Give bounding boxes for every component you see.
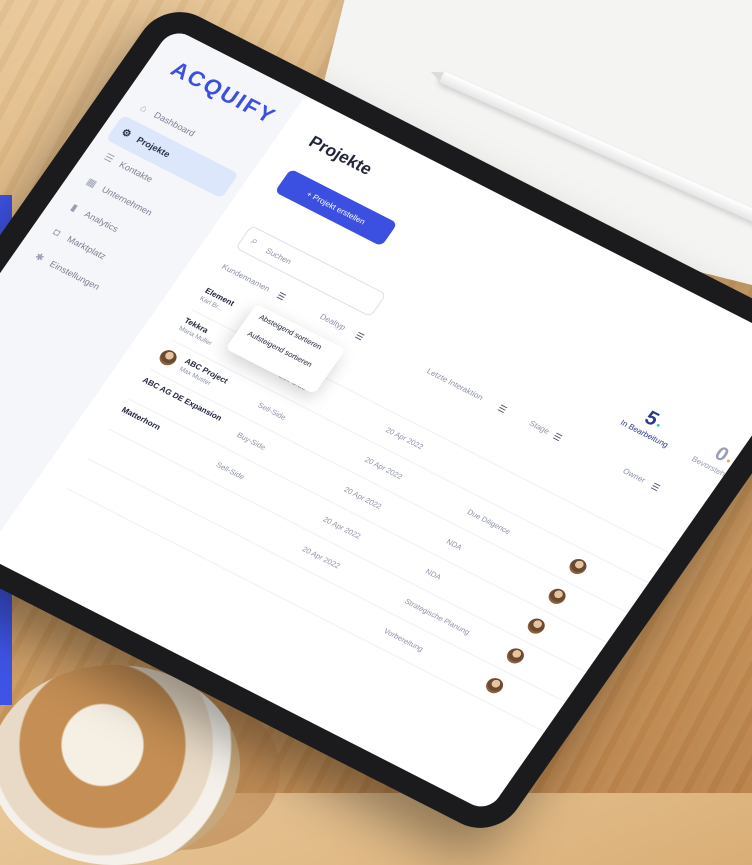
sidebar-item-label: Projekte (134, 134, 173, 160)
filter-icon[interactable]: ☰ (648, 481, 662, 494)
contacts-icon: ☰ (101, 151, 117, 165)
avatar (503, 645, 528, 667)
column-dealtyp[interactable]: Dealtyp (318, 312, 347, 332)
stat-card: 0• Bevorstehend (690, 435, 752, 484)
stage: Due Diligence (465, 507, 513, 537)
last-interaction: 20 Apr 2022 (321, 514, 363, 541)
stat-number: 0 (710, 442, 733, 467)
coffee-cup (0, 665, 240, 865)
last-interaction: 20 Apr 2022 (342, 484, 384, 511)
filter-icon[interactable]: ☰ (550, 431, 564, 444)
avatar (524, 615, 549, 637)
create-project-button[interactable]: + Projekt erstellen (274, 168, 398, 247)
stat-card: 5• In Bearbeitung (619, 399, 684, 449)
avatar (566, 556, 590, 577)
marketplace-icon: ◘ (50, 226, 63, 239)
building-icon: ▦ (84, 176, 100, 190)
column-stage[interactable]: Stage (527, 419, 551, 436)
filter-icon[interactable]: ☰ (274, 290, 288, 303)
gear-icon: ⚙ (119, 126, 134, 140)
avatar (545, 586, 569, 607)
stage: Vorbereitung (382, 626, 426, 654)
settings-icon: ✱ (32, 250, 47, 264)
avatar (482, 675, 507, 696)
last-interaction: 20 Apr 2022 (383, 425, 426, 452)
deal-type: Sell-Side (256, 400, 289, 422)
stat-number: 5 (640, 407, 663, 431)
stage: NDA (444, 537, 464, 552)
avatar (156, 347, 180, 368)
sidebar-item-label: Kontakte (117, 159, 155, 185)
search-box[interactable]: ⌕ (235, 225, 387, 318)
page-title: Projekte (305, 132, 376, 179)
chart-icon: ▮ (68, 201, 80, 214)
stage: NDA (423, 566, 444, 582)
deal-type: Sell-Side (214, 460, 247, 482)
filter-icon[interactable]: ☰ (353, 330, 366, 343)
home-icon: ⌂ (137, 102, 150, 115)
last-interaction: 20 Apr 2022 (363, 455, 405, 481)
last-interaction: 20 Apr 2022 (300, 544, 342, 571)
search-icon: ⌕ (248, 234, 261, 248)
deal-type: Buy-Side (235, 430, 268, 452)
filter-icon[interactable]: ☰ (495, 403, 509, 416)
sidebar-item-label: Analytics (82, 209, 121, 234)
column-owner[interactable]: Owner (621, 467, 647, 485)
